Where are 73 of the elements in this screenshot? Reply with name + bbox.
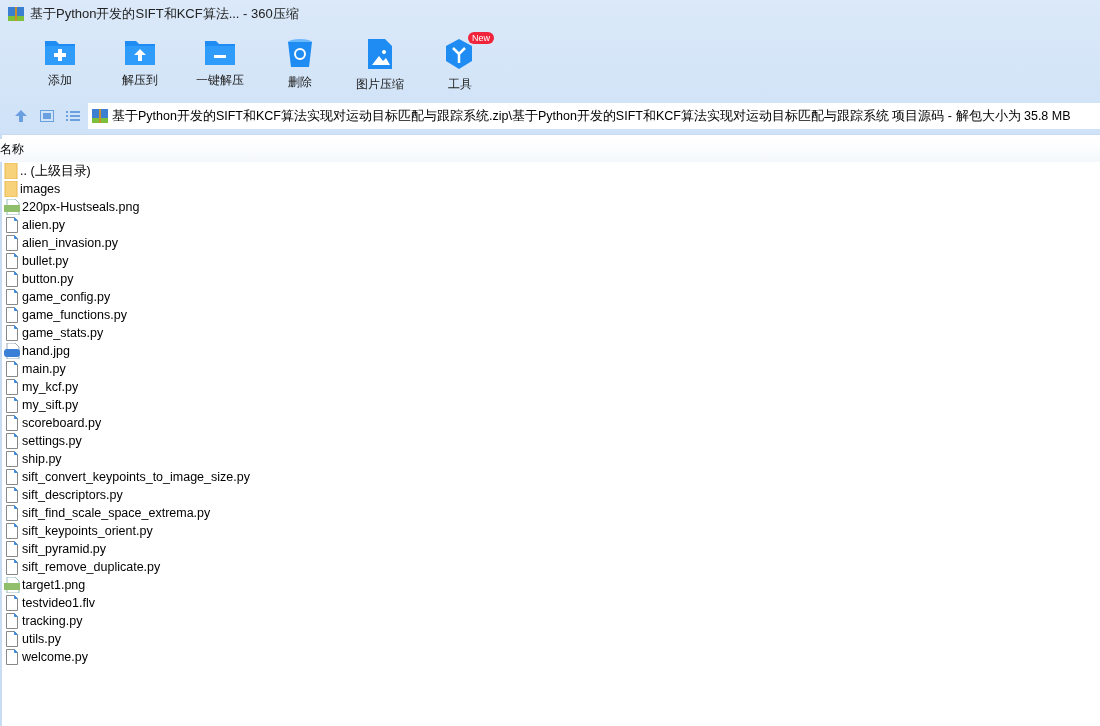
recycle-bin-icon xyxy=(287,38,313,68)
file-name[interactable]: target1.png xyxy=(22,578,86,592)
column-header[interactable]: 名称 xyxy=(0,139,1100,162)
document-icon xyxy=(4,307,20,323)
document-icon xyxy=(4,523,20,539)
document-icon xyxy=(4,361,20,377)
file-name[interactable]: images xyxy=(20,182,61,196)
folder-upload-icon xyxy=(124,38,156,66)
document-icon xyxy=(4,595,20,611)
document-icon xyxy=(4,271,20,287)
toolbar-button[interactable]: 添加 xyxy=(20,36,100,98)
document-icon xyxy=(4,487,20,503)
file-name[interactable]: utils.py xyxy=(22,632,61,646)
folder-minus-icon xyxy=(204,38,236,66)
document-icon xyxy=(4,253,20,269)
document-icon xyxy=(4,235,20,251)
document-icon xyxy=(4,433,20,449)
toolbar-button[interactable]: 解压到 xyxy=(100,36,180,98)
window-title: 基于Python开发的SIFT和KCF算法... - 360压缩 xyxy=(30,5,299,23)
file-name[interactable]: alien.py xyxy=(22,218,66,232)
folder-icon xyxy=(4,163,18,179)
jpg-image-icon xyxy=(4,343,20,359)
document-icon xyxy=(4,505,20,521)
file-name[interactable]: scoreboard.py xyxy=(22,416,102,430)
file-name[interactable]: ship.py xyxy=(22,452,62,466)
file-name[interactable]: sift_remove_duplicate.py xyxy=(22,560,161,574)
file-name[interactable]: .. (上级目录) xyxy=(20,162,91,180)
document-icon xyxy=(4,613,20,629)
file-name[interactable]: welcome.py xyxy=(22,650,88,664)
file-name[interactable]: bullet.py xyxy=(22,254,69,268)
document-icon xyxy=(4,631,20,647)
document-icon xyxy=(4,379,20,395)
file-name[interactable]: sift_find_scale_space_extrema.py xyxy=(22,506,211,520)
toolbar-button[interactable]: 删除 xyxy=(260,36,340,98)
file-name[interactable]: settings.py xyxy=(22,434,82,448)
file-name[interactable]: game_stats.py xyxy=(22,326,104,340)
file-name[interactable]: game_config.py xyxy=(22,290,111,304)
document-icon xyxy=(4,217,20,233)
file-name[interactable]: tracking.py xyxy=(22,614,83,628)
file-name[interactable]: 220px-Hustseals.png xyxy=(22,200,140,214)
file-name[interactable]: sift_keypoints_orient.py xyxy=(22,524,153,538)
file-name[interactable]: hand.jpg xyxy=(22,344,70,358)
document-icon xyxy=(4,559,20,575)
file-name[interactable]: my_kcf.py xyxy=(22,380,79,394)
toolbar-button[interactable]: 一键解压 xyxy=(180,36,260,98)
archive-icon xyxy=(8,7,24,21)
document-icon xyxy=(4,325,20,341)
file-name[interactable]: sift_descriptors.py xyxy=(22,488,123,502)
folder-plus-icon xyxy=(44,38,76,66)
file-name[interactable]: sift_convert_keypoints_to_image_size.py xyxy=(22,470,250,484)
document-icon xyxy=(4,289,20,305)
png-image-icon xyxy=(4,577,20,593)
image-file-icon xyxy=(367,38,393,70)
document-icon xyxy=(4,451,20,467)
folder-icon xyxy=(4,181,18,197)
file-name[interactable]: testvideo1.flv xyxy=(22,596,95,610)
file-name[interactable]: alien_invasion.py xyxy=(22,236,118,250)
archive-path: 基于Python开发的SIFT和KCF算法实现对运动目标匹配与跟踪系统.zip\基于Python开发的SIFT和KCF算法实现对运动目标匹配与跟踪系统 项目源码 - 解包大小为 35.8 MB xyxy=(112,107,1071,125)
file-name[interactable]: game_functions.py xyxy=(22,308,127,322)
document-icon xyxy=(4,649,20,665)
png-image-icon xyxy=(4,199,20,215)
toolbar-button[interactable]: 图片压缩 xyxy=(340,36,420,98)
file-name[interactable]: my_sift.py xyxy=(22,398,79,412)
address-field[interactable]: 基于Python开发的SIFT和KCF算法实现对运动目标匹配与跟踪系统.zip\基于Python开发的SIFT和KCF算法实现对运动目标匹配与跟踪系统 项目源码 - 解包大小为 35.8 MB xyxy=(88,103,1100,129)
file-name[interactable]: sift_pyramid.py xyxy=(22,542,107,556)
document-icon xyxy=(4,541,20,557)
archive-icon xyxy=(92,109,108,123)
file-name[interactable]: main.py xyxy=(22,362,66,376)
document-icon xyxy=(4,415,20,431)
document-icon xyxy=(4,469,20,485)
new-badge: New xyxy=(468,32,494,44)
document-icon xyxy=(4,397,20,413)
file-name[interactable]: button.py xyxy=(22,272,74,286)
